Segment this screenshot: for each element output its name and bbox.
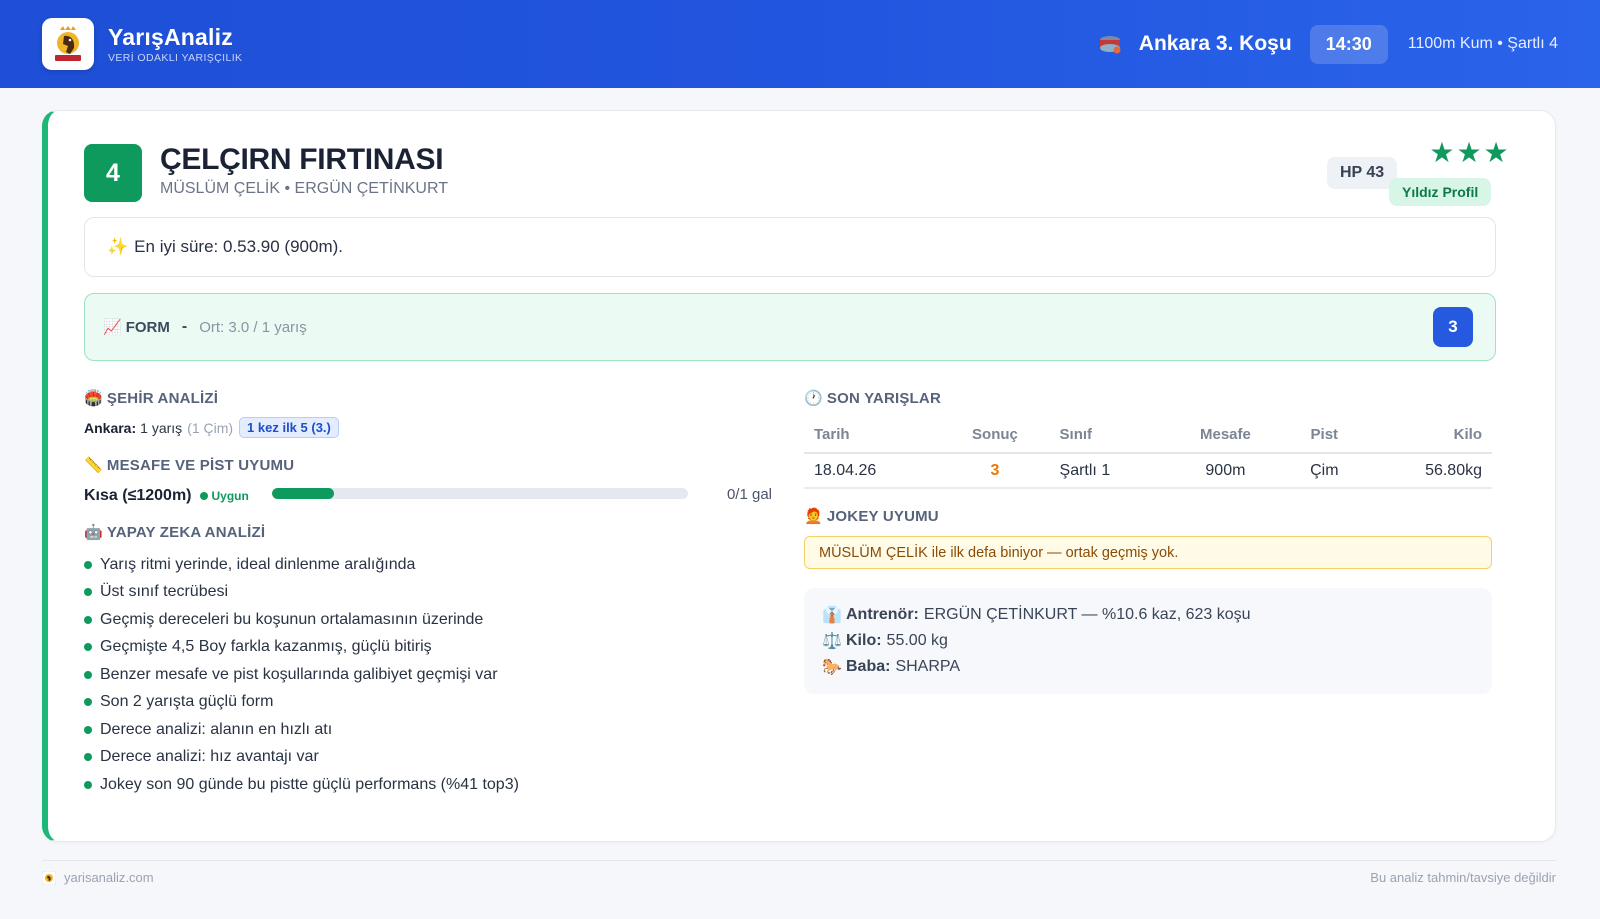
distance-track-title: 📏 MESAFE VE PİST UYUMU <box>84 457 295 474</box>
rating-stars-icon: ★★★ <box>1429 137 1511 168</box>
ai-analysis-list: Yarış ritmi yerinde, ideal dinlenme aral… <box>84 551 519 799</box>
sire-row: 🐎 Baba: SHARPA <box>822 658 961 676</box>
table-row: 18.04.26 3 Şartlı 1 900m Çim 56.80kg <box>804 453 1492 489</box>
cell-date: 18.04.26 <box>804 453 941 489</box>
list-item: Son 2 yarışta güçlü form <box>84 689 519 717</box>
city-analysis-row: Ankara: 1 yarış (1 Çim) 1 kez ilk 5 (3.) <box>84 417 339 438</box>
horse-logo-icon <box>55 26 81 61</box>
city-name: Ankara: <box>84 419 137 436</box>
bullet-icon <box>84 780 92 789</box>
bullet-icon <box>84 588 92 597</box>
bullet-icon <box>84 753 92 762</box>
horse-card: 4 ÇELÇIRN FIRTINASI MÜSLÜM ÇELİK • ERGÜN… <box>42 110 1556 842</box>
col-distance: Mesafe <box>1166 417 1285 454</box>
chart-up-icon: 📈 <box>103 319 122 336</box>
bullet-icon <box>84 643 92 652</box>
mini-logo-icon <box>42 870 56 885</box>
form-box: 📈 FORM - Ort: 3.0 / 1 yarış 3 <box>84 293 1496 361</box>
list-item: Benzer mesafe ve pist koşullarında galib… <box>84 661 519 689</box>
scales-icon: ⚖️ <box>822 633 842 650</box>
stadium-icon: 🏟️ <box>84 390 103 407</box>
hp-badge: HP 43 <box>1327 157 1398 189</box>
bullet-icon <box>84 725 92 734</box>
col-result: Sonuç <box>940 417 1050 454</box>
distance-progress-fill <box>272 488 335 499</box>
list-item: Derece analizi: alanın en hızlı atı <box>84 716 519 744</box>
horse-number-badge: 4 <box>84 144 142 202</box>
city-analysis-title: 🏟️ ŞEHİR ANALİZİ <box>84 390 219 407</box>
sparkles-icon: ✨ <box>107 237 129 256</box>
horse-name: ÇELÇIRN FIRTINASI <box>160 143 444 176</box>
race-time: 14:30 <box>1309 24 1388 64</box>
jockey-trainer-line: MÜSLÜM ÇELİK • ERGÜN ÇETİNKURT <box>160 180 449 197</box>
table-header-row: Tarih Sonuç Sınıf Mesafe Pist Kilo <box>804 417 1492 454</box>
form-dash: - <box>181 318 188 335</box>
cell-weight: 56.80kg <box>1364 453 1492 489</box>
brand-tagline: VERİ ODAKLI YARIŞÇILIK <box>108 52 243 64</box>
distance-status: Uygun <box>199 489 249 503</box>
race-info: 1100m Kum • Şartlı 4 <box>1407 35 1558 52</box>
distance-win-ratio: 0/1 gal <box>726 486 772 503</box>
col-weight: Kilo <box>1364 417 1492 454</box>
col-class: Sınıf <box>1049 417 1167 454</box>
suit-icon: 👔 <box>822 607 842 624</box>
list-item: Yarış ritmi yerinde, ideal dinlenme aral… <box>84 551 519 579</box>
distance-row: Kısa (≤1200m) Uygun 0/1 gal <box>84 485 772 507</box>
footer-site[interactable]: yarisanaliz.com <box>42 870 154 885</box>
weight-row: ⚖️ Kilo: 55.00 kg <box>822 632 948 650</box>
city-top5-pill: 1 kez ilk 5 (3.) <box>239 417 339 438</box>
best-time-box: ✨ En iyi süre: 0.53.90 (900m). <box>84 217 1496 277</box>
list-item: Geçmiş dereceleri bu koşunun ortalamasın… <box>84 606 519 634</box>
col-date: Tarih <box>804 417 941 454</box>
ruler-icon: 📏 <box>84 457 103 474</box>
list-item: Derece analizi: hız avantajı var <box>84 744 519 772</box>
footer-disclaimer: Bu analiz tahmin/tavsiye değildir <box>1370 870 1556 885</box>
jockey-fit-title: 🧑‍🦰 JOKEY UYUMU <box>804 508 939 525</box>
app-header: YarışAnaliz VERİ ODAKLI YARIŞÇILIK Ankar… <box>0 0 1600 88</box>
col-track: Pist <box>1284 417 1365 454</box>
jockey-icon: 🧑‍🦰 <box>804 508 823 525</box>
horse-details-box: 👔 Antrenör: ERGÜN ÇETİNKURT — %10.6 kaz, … <box>804 588 1492 694</box>
cell-track: Çim <box>1284 453 1365 489</box>
list-item: Geçmişte 4,5 Boy farkla kazanmış, güçlü … <box>84 634 519 662</box>
list-item: Üst sınıf tecrübesi <box>84 579 519 607</box>
weight-value: 55.00 kg <box>886 632 948 649</box>
trainer-row: 👔 Antrenör: ERGÜN ÇETİNKURT — %10.6 kaz, … <box>822 606 1251 624</box>
brand-name: YarışAnaliz <box>108 24 233 50</box>
distance-progress-bar <box>272 488 688 499</box>
bullet-icon <box>84 670 92 679</box>
clock-icon: 🕐 <box>804 390 823 407</box>
jockey-warning: MÜSLÜM ÇELİK ile ilk defa biniyor — orta… <box>804 536 1492 569</box>
bullet-icon <box>84 560 92 569</box>
bullet-icon <box>84 698 92 707</box>
status-dot-icon <box>199 492 208 500</box>
horse-icon: 🐎 <box>822 659 842 676</box>
ai-analysis-title: 🤖 YAPAY ZEKA ANALİZİ <box>84 524 266 541</box>
form-label: FORM <box>125 318 170 336</box>
form-average: Ort: 3.0 / 1 yarış <box>199 318 307 336</box>
footer-divider <box>42 860 1556 861</box>
cell-result: 3 <box>940 453 1050 489</box>
star-profile-badge: Yıldız Profil <box>1389 178 1492 206</box>
form-score-badge: 3 <box>1433 307 1473 347</box>
cell-class: Şartlı 1 <box>1049 453 1167 489</box>
sire-value: SHARPA <box>895 658 961 675</box>
recent-races-title: 🕐 SON YARIŞLAR <box>804 390 941 407</box>
trainer-value: ERGÜN ÇETİNKURT — %10.6 kaz, 623 koşu <box>923 606 1251 623</box>
cell-distance: 900m <box>1166 453 1285 489</box>
race-title: Ankara 3. Koşu <box>1138 32 1292 55</box>
city-surface: (1 Çim) <box>187 419 234 436</box>
city-race-count: 1 yarış <box>140 419 183 436</box>
bullet-icon <box>84 615 92 624</box>
racing-helmet-icon <box>1099 36 1121 54</box>
best-time-text: En iyi süre: 0.53.90 (900m). <box>134 237 343 256</box>
recent-races-table: Tarih Sonuç Sınıf Mesafe Pist Kilo 18.04… <box>804 417 1492 489</box>
robot-icon: 🤖 <box>84 524 103 541</box>
list-item: Jokey son 90 günde bu pistte güçlü perfo… <box>84 771 519 799</box>
brand-logo[interactable] <box>42 18 94 70</box>
distance-label: Kısa (≤1200m) <box>84 487 192 504</box>
